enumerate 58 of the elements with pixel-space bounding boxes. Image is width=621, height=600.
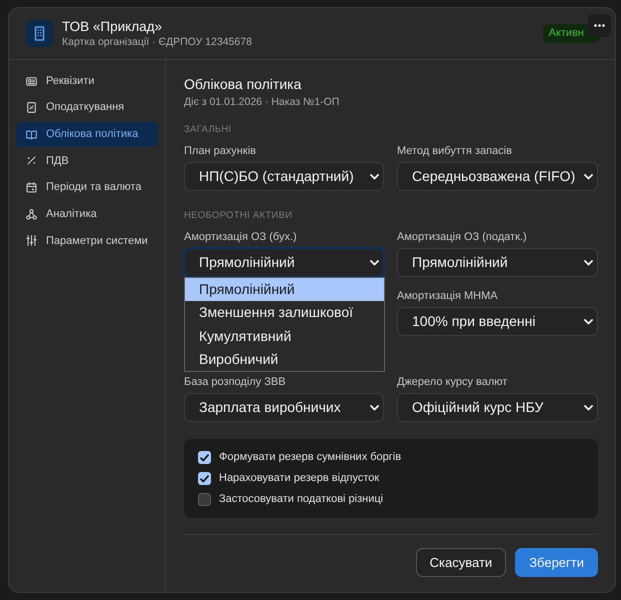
dropdown[interactable]: Середньозважена (FIFO): [397, 162, 598, 191]
field-label: Амортизація МНМА: [397, 289, 499, 303]
field-label: База розподілу ЗВВ: [184, 375, 287, 389]
dropdown-option[interactable]: Прямолінійний: [185, 278, 384, 302]
more-icon: [594, 24, 605, 27]
receipt-icon: [26, 102, 37, 114]
sidebar-item[interactable]: Реквізити: [16, 68, 158, 94]
dropdown[interactable]: Прямолінійний: [397, 248, 598, 277]
page-subtitle: Діє з 01.01.2026 · Наказ №1-ОП: [184, 95, 340, 109]
section-heading: НЕОБОРОТНІ АКТИВИ: [184, 209, 294, 223]
checkbox-label: Застосовувати податкові різниці: [219, 492, 384, 508]
dropdown[interactable]: 100% при введенні: [397, 307, 598, 336]
checkbox-label: Формувати резерв сумнівних боргів: [219, 450, 402, 466]
dropdown-option[interactable]: Виробничий: [185, 348, 384, 372]
section-heading: ЗАГАЛЬНІ: [184, 123, 232, 137]
checkbox[interactable]: [198, 493, 211, 506]
sidebar-item[interactable]: Облікова політика: [16, 122, 158, 147]
chevron-down-icon: [584, 174, 593, 180]
sidebar-item[interactable]: ПДВ: [16, 148, 158, 174]
save-button[interactable]: Зберегти: [515, 548, 598, 577]
more-button[interactable]: [588, 14, 611, 37]
dropdown[interactable]: Офіційний курс НБУ: [397, 393, 598, 422]
chevron-down-icon: [584, 404, 593, 410]
check-icon: [200, 474, 209, 482]
id-card-icon: [26, 76, 37, 86]
chevron-down-icon: [584, 318, 593, 324]
sidebar-item[interactable]: Періоди та валюта: [16, 175, 158, 200]
checkbox-label: Нараховувати резерв відпусток: [219, 471, 380, 486]
chevron-down-icon: [370, 404, 379, 410]
sliders-icon: [26, 235, 37, 246]
percent-icon: [26, 155, 37, 166]
field-label: Амортизація ОЗ (податк.): [397, 230, 528, 244]
dropdown[interactable]: НП(С)БО (стандартний): [184, 162, 384, 191]
dropdown[interactable]: Зарплата виробничих: [184, 393, 384, 422]
field-label: Джерело курсу валют: [397, 375, 508, 389]
check-icon: [200, 454, 209, 462]
calendar-icon: [26, 182, 37, 194]
sidebar-item[interactable]: Параметри системи: [16, 228, 158, 254]
dropdown-option[interactable]: Зменшення залишкової: [185, 301, 384, 325]
organization-subtitle: Картка організації · ЄДРПОУ 12345678: [62, 35, 252, 49]
checkbox[interactable]: [198, 472, 211, 485]
field-label: План рахунків: [184, 144, 257, 158]
dropdown-option[interactable]: Кумулятивний: [185, 324, 384, 348]
field-label: Амортизація ОЗ (бух.): [184, 230, 298, 244]
organization-name: ТОВ «Приклад»: [62, 18, 163, 35]
cancel-button[interactable]: Скасувати: [416, 548, 506, 577]
checkbox[interactable]: [198, 451, 211, 464]
chevron-down-icon: [584, 260, 593, 266]
chevron-down-icon: [370, 174, 379, 180]
building-icon: [26, 20, 53, 47]
nodes-icon: [26, 208, 37, 220]
dropdown[interactable]: Прямолінійний: [184, 248, 384, 277]
book-icon: [26, 128, 37, 140]
sidebar-item[interactable]: Аналітика: [16, 202, 158, 227]
sidebar-item[interactable]: Оподаткування: [16, 95, 158, 120]
field-label: Метод вибуття запасів: [397, 144, 513, 158]
page-title: Облікова політика: [184, 75, 302, 94]
chevron-down-icon: [370, 260, 379, 266]
